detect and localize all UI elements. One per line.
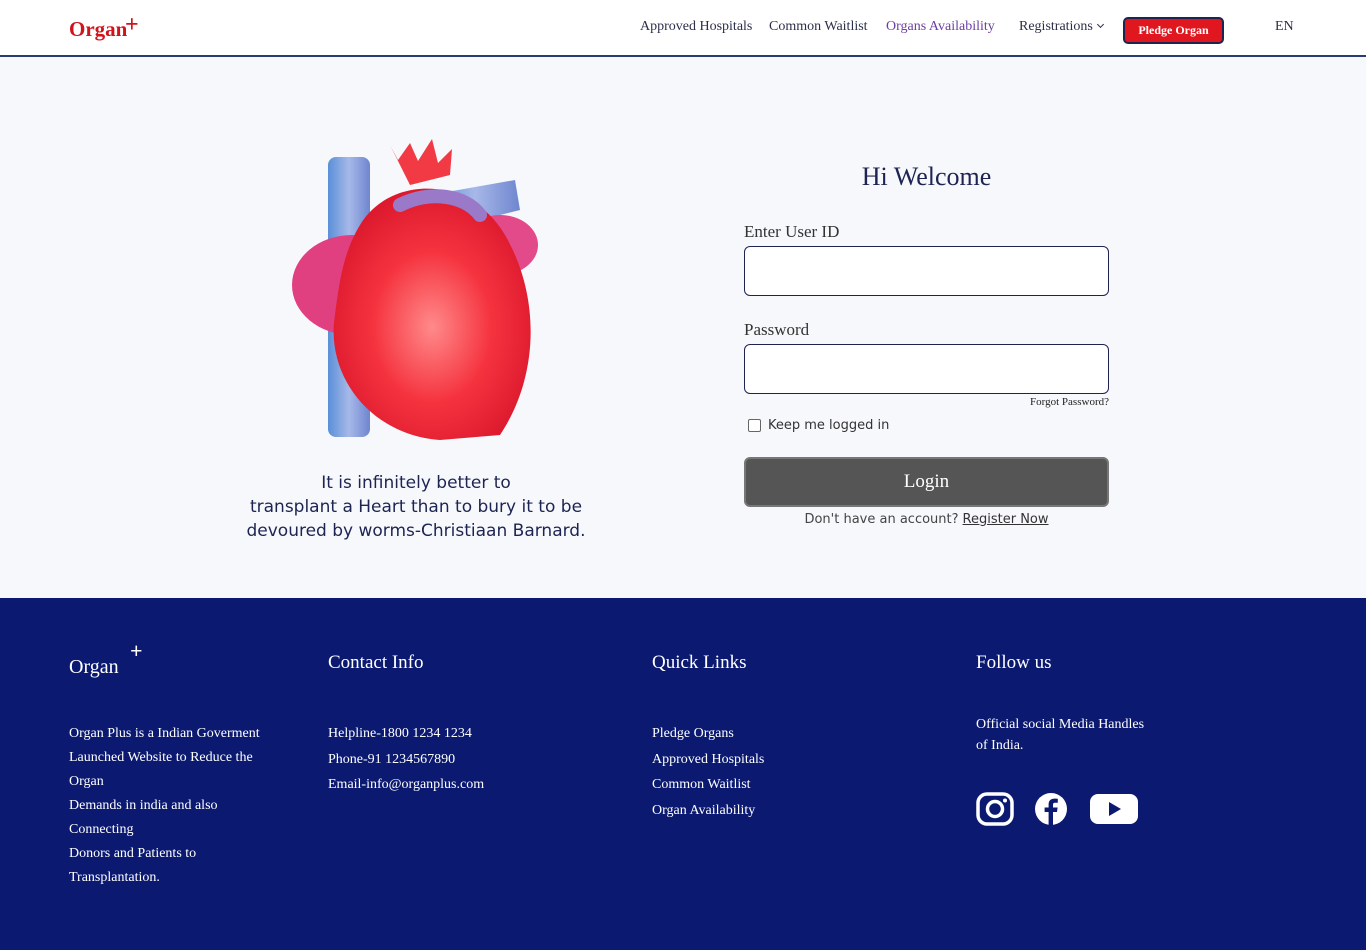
footer-logo-plus: + bbox=[130, 638, 143, 663]
language-selector[interactable]: EN bbox=[1275, 19, 1294, 35]
follow-us-text: Official social Media Handles of India. bbox=[976, 714, 1156, 756]
footer-description-line: Transplantation. bbox=[69, 870, 160, 885]
forgot-password-link[interactable]: Forgot Password? bbox=[944, 396, 1109, 408]
logo-plus: + bbox=[125, 12, 139, 38]
quick-link-pledge-organs[interactable]: Pledge Organs bbox=[652, 721, 764, 747]
follow-us-text-line: Official social Media Handles bbox=[976, 717, 1145, 732]
contact-info-heading: Contact Info bbox=[328, 652, 424, 673]
keep-logged-in-label: Keep me logged in bbox=[768, 418, 890, 433]
follow-us-text-line: of India. bbox=[976, 738, 1024, 753]
footer-description-line: Connecting bbox=[69, 822, 134, 837]
nav-common-waitlist[interactable]: Common Waitlist bbox=[769, 19, 868, 35]
password-label: Password bbox=[744, 320, 810, 339]
quick-links-heading: Quick Links bbox=[652, 652, 747, 673]
nav-registrations-label: Registrations bbox=[1019, 19, 1093, 34]
youtube-icon[interactable] bbox=[1090, 792, 1138, 826]
quick-link-approved-hospitals[interactable]: Approved Hospitals bbox=[652, 747, 764, 773]
contact-email: Email-info@organplus.com bbox=[328, 777, 485, 792]
chevron-down-icon bbox=[1096, 20, 1104, 29]
follow-us-heading: Follow us bbox=[976, 652, 1052, 673]
quote-line: It is infinitely better to bbox=[321, 473, 511, 493]
footer-description-line: Launched Website to Reduce the bbox=[69, 750, 253, 765]
user-id-label: Enter User ID bbox=[744, 222, 840, 241]
password-input[interactable] bbox=[744, 344, 1109, 394]
contact-info-list: Helpline-1800 1234 1234 Phone-91 1234567… bbox=[328, 721, 484, 798]
instagram-icon[interactable] bbox=[976, 792, 1014, 826]
user-id-input[interactable] bbox=[744, 246, 1109, 296]
footer-description-line: Demands in india and also bbox=[69, 798, 218, 813]
footer-logo: Organ bbox=[69, 656, 119, 678]
register-prompt: Don't have an account? Register Now bbox=[744, 512, 1109, 527]
footer: Organ + Organ Plus is a Indian Goverment… bbox=[0, 598, 1366, 950]
facebook-icon[interactable] bbox=[1032, 792, 1070, 826]
contact-phone: Phone-91 1234567890 bbox=[328, 751, 456, 767]
nav-approved-hospitals[interactable]: Approved Hospitals bbox=[640, 19, 752, 35]
heart-illustration-icon bbox=[292, 139, 538, 440]
footer-description: Organ Plus is a Indian Goverment Launche… bbox=[69, 722, 269, 890]
top-nav-bar: Organ + Approved Hospitals Common Waitlis… bbox=[0, 0, 1366, 57]
register-now-link[interactable]: Register Now bbox=[963, 512, 1049, 527]
heart-quote: It is infinitely better to transplant a … bbox=[240, 471, 592, 543]
no-account-text: Don't have an account? bbox=[804, 512, 959, 527]
nav-registrations-dropdown[interactable]: Registrations bbox=[1019, 19, 1104, 35]
login-title: Hi Welcome bbox=[861, 162, 992, 191]
nav-organs-availability[interactable]: Organs Availability bbox=[886, 19, 995, 35]
keep-logged-in-checkbox[interactable] bbox=[748, 419, 761, 432]
quick-links-list: Pledge Organs Approved Hospitals Common … bbox=[652, 721, 764, 823]
quick-link-common-waitlist[interactable]: Common Waitlist bbox=[652, 772, 764, 798]
quote-line: devoured by worms-Christiaan Barnard. bbox=[246, 521, 586, 541]
quote-line: transplant a Heart than to bury it to be bbox=[249, 497, 583, 517]
footer-description-line: Donors and Patients to bbox=[69, 846, 197, 861]
footer-description-line: Organ Plus is a Indian Goverment bbox=[69, 726, 260, 741]
quick-link-organ-availability[interactable]: Organ Availability bbox=[652, 798, 764, 824]
site-logo[interactable]: Organ + bbox=[69, 12, 139, 42]
login-button[interactable]: Login bbox=[744, 457, 1109, 507]
contact-helpline: Helpline-1800 1234 1234 bbox=[328, 726, 472, 741]
pledge-organ-button[interactable]: Pledge Organ bbox=[1123, 17, 1224, 44]
footer-description-line: Organ bbox=[69, 774, 104, 789]
logo-text: Organ bbox=[69, 17, 128, 41]
